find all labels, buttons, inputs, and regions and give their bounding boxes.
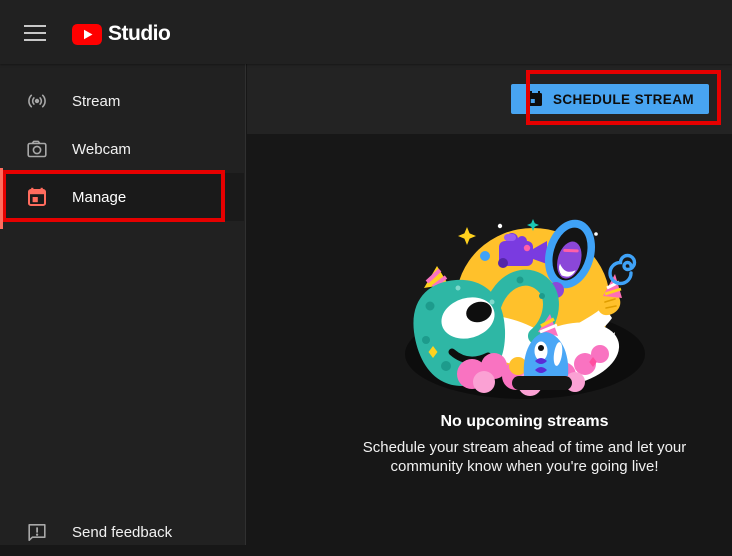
- broadcast-icon: [25, 89, 49, 113]
- main-content: No upcoming streams Schedule your stream…: [247, 134, 732, 545]
- sidebar-item-stream[interactable]: Stream: [0, 77, 244, 125]
- sidebar-item-label: Send feedback: [72, 524, 172, 541]
- studio-logo[interactable]: Studio: [72, 22, 170, 46]
- topbar: Studio: [0, 0, 732, 64]
- empty-state-illustration: [400, 214, 650, 399]
- schedule-stream-button-label: SCHEDULE STREAM: [553, 92, 694, 107]
- sidebar-item-send-feedback[interactable]: Send feedback: [0, 508, 244, 556]
- empty-state: No upcoming streams Schedule your stream…: [317, 214, 732, 476]
- feedback-icon: [25, 520, 49, 544]
- hamburger-menu-icon[interactable]: [24, 25, 46, 40]
- sidebar-item-label: Stream: [72, 93, 120, 110]
- sidebar-item-label: Webcam: [72, 141, 131, 158]
- schedule-stream-button[interactable]: SCHEDULE STREAM: [511, 84, 709, 114]
- sidebar-item-label: Manage: [72, 189, 126, 206]
- content-header: SCHEDULE STREAM: [247, 64, 732, 134]
- empty-state-description: Schedule your stream ahead of time and l…: [346, 438, 704, 476]
- app-title: Studio: [108, 22, 170, 46]
- youtube-studio-window: { "topbar": { "app_title": "Studio" }, "…: [0, 0, 732, 545]
- sidebar-item-manage[interactable]: Manage: [0, 173, 244, 221]
- sidebar-item-webcam[interactable]: Webcam: [0, 125, 244, 173]
- youtube-logo-icon: [72, 24, 102, 45]
- empty-state-title: No upcoming streams: [440, 413, 608, 431]
- sidebar: Stream Webcam Ma: [0, 64, 246, 545]
- calendar-icon: [526, 90, 544, 108]
- camera-icon: [25, 137, 49, 161]
- sparkle-star: [458, 227, 476, 245]
- active-item-indicator: [0, 168, 3, 229]
- calendar-icon: [25, 185, 49, 209]
